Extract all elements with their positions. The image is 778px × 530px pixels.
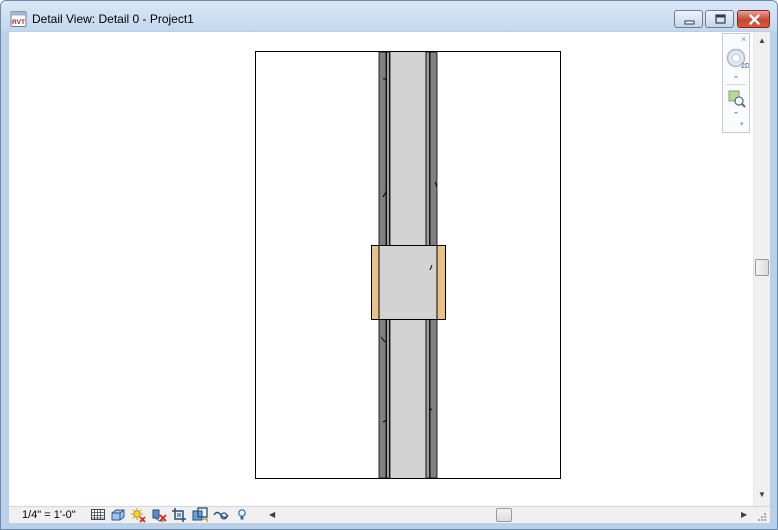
- temporary-hide-isolate-icon[interactable]: [213, 507, 229, 523]
- nav-bar-menu-icon[interactable]: ▾: [740, 121, 744, 128]
- scroll-up-icon[interactable]: ▲: [758, 37, 766, 45]
- wheel-badge: 2D: [741, 63, 749, 70]
- reveal-hidden-elements-icon[interactable]: [234, 507, 250, 523]
- zoom-region-icon[interactable]: [726, 88, 748, 118]
- scroll-down-icon[interactable]: ▼: [758, 491, 766, 499]
- view-scale[interactable]: 1/4" = 1'-0": [22, 509, 76, 521]
- shadows-off-icon[interactable]: [151, 507, 167, 523]
- show-crop-region-icon[interactable]: [192, 507, 208, 523]
- navigation-bar-close[interactable]: ×: [741, 35, 746, 44]
- detail-view-window: RVT Detail View: Detail 0 - Project1 × 2…: [0, 0, 778, 530]
- horizontal-scrollbar[interactable]: ◀ ▶: [261, 507, 752, 523]
- insert-core: [379, 246, 437, 319]
- sun-path-icon[interactable]: [130, 507, 146, 523]
- vertical-scrollbar[interactable]: ▲ ▼: [753, 32, 770, 506]
- detail-level-icon[interactable]: [90, 507, 106, 523]
- scroll-left-icon[interactable]: ◀: [269, 511, 275, 519]
- scroll-right-icon[interactable]: ▶: [741, 511, 747, 519]
- close-button[interactable]: [737, 10, 770, 28]
- maximize-button[interactable]: [705, 10, 734, 28]
- visual-style-icon[interactable]: [110, 507, 126, 523]
- maximize-icon: [715, 14, 726, 24]
- navigation-wheel-icon[interactable]: 2D: [725, 46, 749, 80]
- view-control-bar: 1/4" = 1'-0" ◀ ▶: [9, 506, 770, 523]
- vertical-scroll-thumb[interactable]: [755, 259, 769, 276]
- title-bar[interactable]: RVT Detail View: Detail 0 - Project1: [1, 1, 777, 31]
- minimize-icon: [684, 20, 695, 25]
- detail-drawing[interactable]: [9, 32, 753, 506]
- resize-grip-icon[interactable]: [754, 510, 767, 522]
- horizontal-scroll-thumb[interactable]: [496, 508, 512, 522]
- crop-view-icon[interactable]: [171, 507, 187, 523]
- view-canvas-area[interactable]: × 2D ▾ ▲ ▼ 1/4" = 1'-0": [9, 32, 770, 523]
- view-navigation-bar: × 2D ▾: [722, 33, 750, 133]
- close-icon: [749, 14, 760, 25]
- window-title: Detail View: Detail 0 - Project1: [32, 12, 194, 26]
- app-icon-text: RVT: [12, 19, 25, 26]
- revit-rvt-icon: RVT: [10, 11, 27, 27]
- minimize-button[interactable]: [674, 10, 703, 28]
